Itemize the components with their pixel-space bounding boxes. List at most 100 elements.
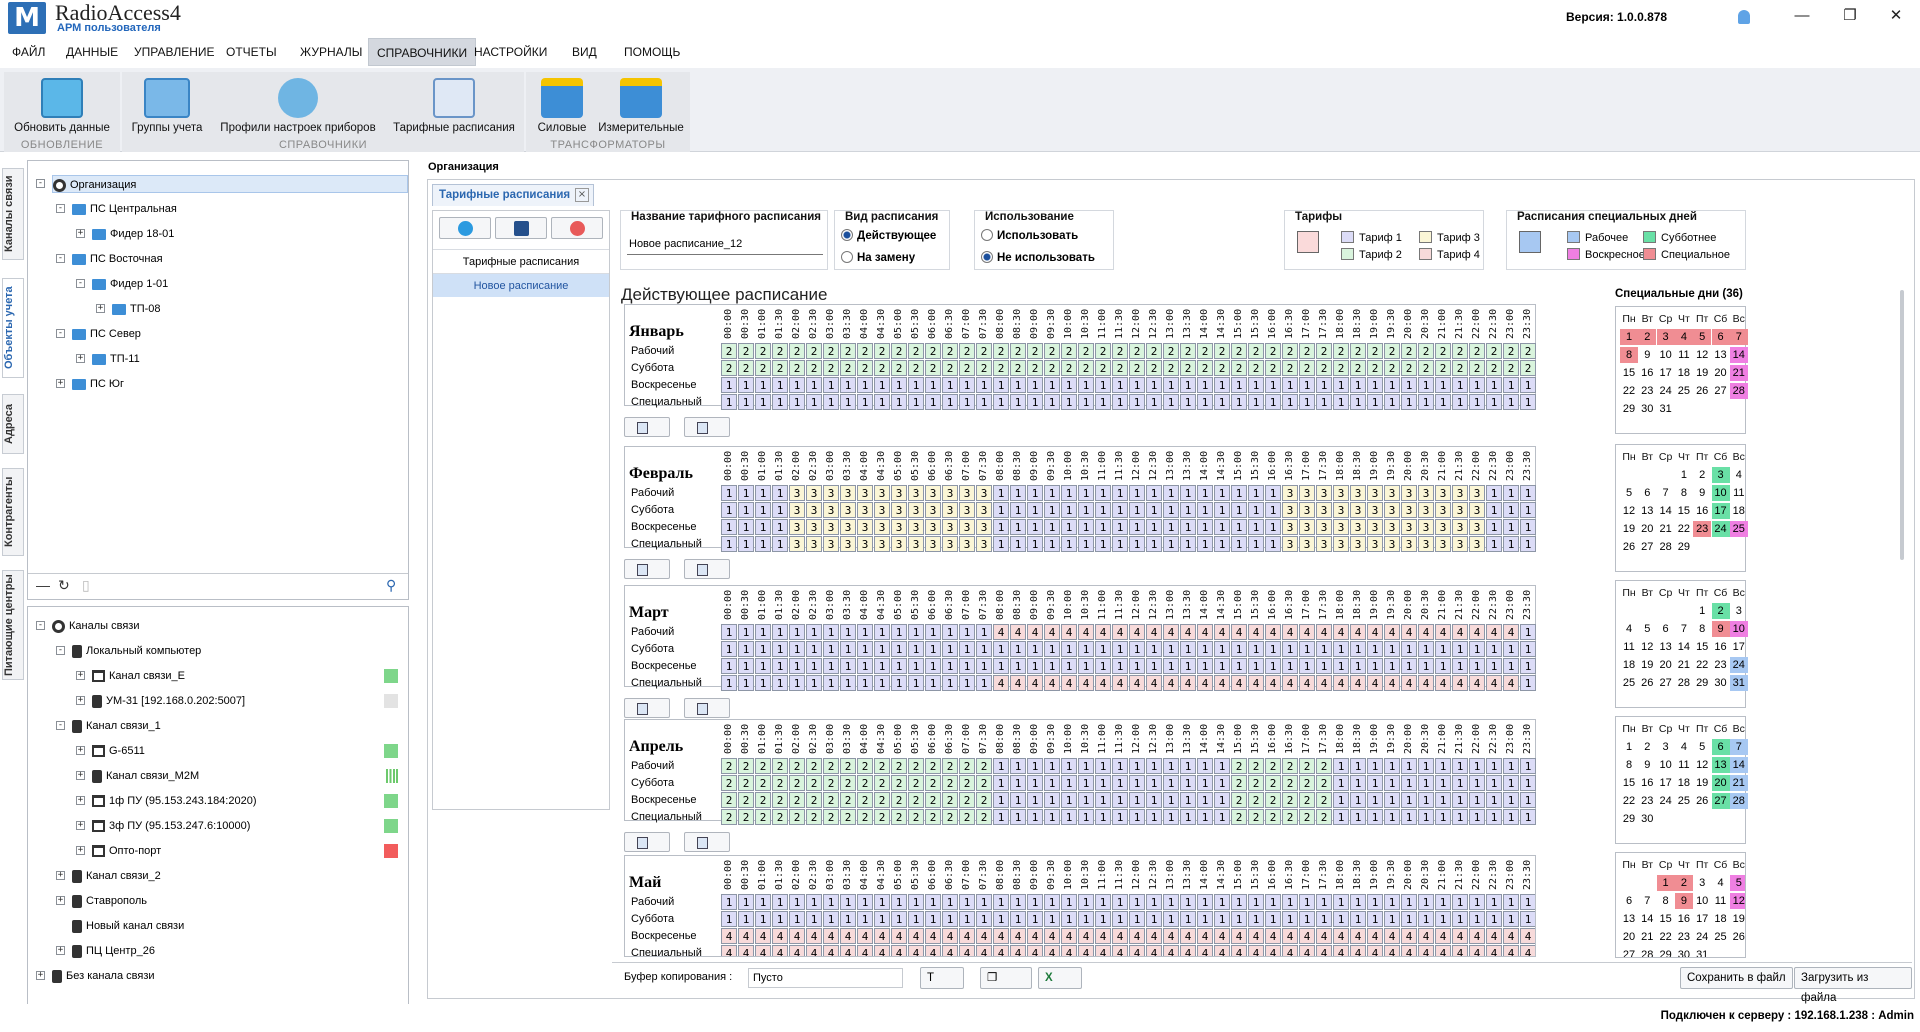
tariff-cell[interactable]: 4	[1469, 928, 1485, 944]
tariff-cell[interactable]: 1	[1401, 758, 1417, 774]
tariff-cell[interactable]: 1	[1282, 658, 1298, 674]
calendar-day[interactable]: 14	[1729, 757, 1748, 773]
calendar-day[interactable]: 30	[1638, 811, 1656, 827]
calendar-day[interactable]: 23	[1712, 657, 1730, 673]
tariff-cell[interactable]: 1	[1180, 792, 1196, 808]
tariff-cell[interactable]: 4	[993, 624, 1009, 640]
tariff-cell[interactable]: 1	[1078, 394, 1094, 410]
tariff-cell[interactable]: 1	[1214, 792, 1230, 808]
tariff-cell[interactable]: 4	[1401, 945, 1417, 956]
tariff-cell[interactable]: 4	[1486, 675, 1502, 691]
calendar-day[interactable]: 23	[1638, 383, 1656, 399]
tariff-cell[interactable]: 3	[1367, 536, 1383, 552]
tariff-cell[interactable]: 1	[1044, 792, 1060, 808]
tariff-cell[interactable]: 1	[840, 675, 856, 691]
tariff-cell[interactable]: 1	[1010, 377, 1026, 393]
tariff-cell[interactable]: 1	[1231, 377, 1247, 393]
tariff-cell[interactable]: 2	[1282, 775, 1298, 791]
tab-contractors[interactable]: Контрагенты	[2, 468, 24, 556]
tariff-cell[interactable]: 1	[1435, 641, 1451, 657]
tariff-cell[interactable]: 1	[1503, 809, 1519, 825]
tariff-cell[interactable]: 1	[1095, 894, 1111, 910]
tariff-cell[interactable]: 2	[1520, 360, 1536, 376]
tariff-cell[interactable]: 4	[1299, 624, 1315, 640]
tariff-cell[interactable]: 1	[1248, 894, 1264, 910]
calendar-day[interactable]: 13	[1620, 911, 1638, 927]
tariff-cell[interactable]: 1	[1316, 641, 1332, 657]
tariff-cell[interactable]: 1	[1010, 658, 1026, 674]
tariff-cell[interactable]: 4	[1384, 675, 1400, 691]
tariff-cell[interactable]: 1	[1044, 658, 1060, 674]
tariff-cell[interactable]: 1	[1401, 894, 1417, 910]
tariff-cell[interactable]: 1	[1503, 792, 1519, 808]
calendar-day[interactable]: 17	[1730, 639, 1748, 655]
tariff-cell[interactable]: 4	[1044, 624, 1060, 640]
tariff-cell[interactable]: 1	[1333, 911, 1349, 927]
tariff-cell[interactable]: 3	[840, 485, 856, 501]
tariff-cell[interactable]: 3	[1469, 519, 1485, 535]
tariff-cell[interactable]: 1	[772, 624, 788, 640]
tariff-cell[interactable]: 4	[1163, 624, 1179, 640]
calendar-day[interactable]: 30	[1712, 675, 1730, 691]
calendar-day[interactable]: 25	[1729, 521, 1748, 537]
tariff-cell[interactable]: 2	[993, 343, 1009, 359]
tree-node[interactable]: ПС Юг	[72, 375, 124, 393]
radio-active[interactable]: Действующее	[841, 229, 936, 242]
tariff-cell[interactable]: 1	[891, 658, 907, 674]
calendar-day[interactable]: 30	[1675, 947, 1693, 957]
tariff-cell[interactable]: 2	[789, 792, 805, 808]
calendar-day[interactable]: 2	[1693, 467, 1711, 483]
tariff-cell[interactable]: 1	[1452, 775, 1468, 791]
tariff-cell[interactable]: 1	[823, 641, 839, 657]
tariff-cell[interactable]: 3	[840, 502, 856, 518]
tariff-cell[interactable]: 3	[1384, 502, 1400, 518]
expand-toggle[interactable]: +	[56, 379, 65, 388]
tariff-cell[interactable]: 2	[789, 758, 805, 774]
tariff-cell[interactable]: 1	[1010, 911, 1026, 927]
tariff-cell[interactable]: 1	[976, 624, 992, 640]
expand-toggle[interactable]: +	[76, 354, 85, 363]
tariff-cell[interactable]: 1	[857, 394, 873, 410]
calendar-day[interactable]: 4	[1730, 467, 1748, 483]
tariff-cell[interactable]: 2	[942, 809, 958, 825]
tariff-cell[interactable]: 1	[1129, 775, 1145, 791]
tariff-cell[interactable]: 1	[772, 658, 788, 674]
tariff-cell[interactable]: 1	[755, 519, 771, 535]
calendar-day[interactable]: 16	[1638, 365, 1656, 381]
paste-button[interactable]: ❐	[980, 967, 1032, 989]
paste-month-button[interactable]	[684, 559, 730, 579]
tariff-cell[interactable]: 1	[1010, 641, 1026, 657]
tariff-cell[interactable]: 4	[840, 928, 856, 944]
tariff-cell[interactable]: 4	[1350, 624, 1366, 640]
tariff-cell[interactable]: 1	[772, 675, 788, 691]
expand-toggle[interactable]: +	[36, 971, 45, 980]
expand-toggle[interactable]: +	[56, 946, 65, 955]
tariff-cell[interactable]: 4	[1095, 675, 1111, 691]
tariff-cell[interactable]: 1	[1095, 536, 1111, 552]
search-icon[interactable]: ⚲	[386, 578, 396, 592]
tariff-cell[interactable]: 1	[1520, 485, 1536, 501]
tariff-cell[interactable]: 2	[1010, 360, 1026, 376]
tariff-cell[interactable]: 4	[1435, 945, 1451, 956]
tariff-cell[interactable]: 1	[1078, 641, 1094, 657]
tariff-cell[interactable]: 1	[721, 911, 737, 927]
tariff-cell[interactable]: 4	[1044, 945, 1060, 956]
tariff-cell[interactable]: 2	[1452, 360, 1468, 376]
tariff-cell[interactable]: 1	[806, 624, 822, 640]
tariff-cell[interactable]: 1	[1078, 536, 1094, 552]
tariff-cell[interactable]: 1	[976, 894, 992, 910]
tariff-cell[interactable]: 4	[1248, 675, 1264, 691]
tariff-cell[interactable]: 2	[925, 809, 941, 825]
tariff-cell[interactable]: 1	[1146, 394, 1162, 410]
tariff-cell[interactable]: 1	[840, 377, 856, 393]
tariff-cell[interactable]: 1	[755, 624, 771, 640]
tariff-cell[interactable]: 1	[908, 624, 924, 640]
tariff-cell[interactable]: 2	[925, 343, 941, 359]
tariff-cell[interactable]: 1	[1044, 775, 1060, 791]
calendar-day[interactable]: 14	[1729, 347, 1748, 363]
tariff-cell[interactable]: 1	[1095, 758, 1111, 774]
menu-2[interactable]: УПРАВЛЕНИЕ	[126, 38, 223, 66]
tariff-cell[interactable]: 4	[1350, 928, 1366, 944]
tariff-cell[interactable]: 1	[1112, 894, 1128, 910]
tariff-cell[interactable]: 2	[891, 775, 907, 791]
